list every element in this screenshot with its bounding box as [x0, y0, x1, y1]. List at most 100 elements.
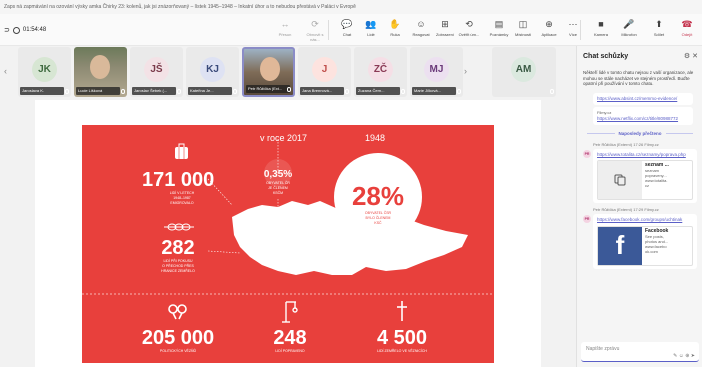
- slide-title-1948: 1948: [365, 133, 385, 143]
- pct-ksc-caption-2: BYLO ČLENEM: [366, 215, 391, 220]
- move-label: Přesun: [278, 32, 292, 37]
- stat-emigrated-caption-1: LIDÍ V LETECH: [170, 191, 195, 195]
- chat-message-list[interactable]: Někteří lidé v tomto chatu nejsou z vaší…: [577, 66, 702, 331]
- toolbar-separator: [328, 20, 329, 40]
- react-label: Reagovat: [412, 32, 430, 37]
- apps-button[interactable]: ⊕ Aplikace: [538, 18, 560, 37]
- chevron-left-icon[interactable]: ‹: [4, 66, 7, 76]
- send-icon[interactable]: ➤: [691, 353, 695, 359]
- rooms-icon: ◫: [518, 19, 528, 29]
- mic-button[interactable]: 🎤 Mikrofon: [618, 18, 640, 37]
- notes-label: Poznámky: [489, 32, 509, 37]
- view-button[interactable]: ⊞ Zobrazení: [434, 18, 456, 37]
- pct-ksc-caption-1: OBYVATEL ČSR: [365, 210, 392, 215]
- view-icon: ⊞: [441, 19, 449, 29]
- format-icon[interactable]: ✎: [673, 353, 677, 359]
- mic-muted-icon: [65, 89, 69, 94]
- message-body: https://www.totalita.cz/seznamy/poprava.…: [593, 148, 697, 203]
- participant-tile[interactable]: KJ Kateřina Je...: [186, 47, 239, 97]
- link[interactable]: https://www.absint.cz/memmo-evidence/: [597, 96, 689, 102]
- mic-muted-icon: [550, 89, 554, 94]
- message-header: Petr Růžička (Externí) 17:29 Filmy.cz: [593, 207, 659, 212]
- link[interactable]: https://www.facebook.com/groups/uchtinak: [597, 217, 693, 223]
- leave-icon: ☎: [681, 19, 693, 29]
- avatar: ZČ: [368, 57, 393, 82]
- stat-border-caption-3: HRANICE ZEMŘELO: [161, 268, 195, 273]
- compose-box[interactable]: Napište zprávu ✎ ☺ ⊕ ➤: [581, 342, 699, 362]
- move-button[interactable]: ↔ Přesun: [274, 18, 296, 37]
- avatar[interactable]: PR: [583, 215, 591, 223]
- restore-button[interactable]: ⟳ Obnovit s nás...: [304, 18, 326, 42]
- chat-message: PR Petr Růžička (Externí) 17:29 Filmy.cz…: [583, 207, 697, 269]
- rooms-label: Místnosti: [514, 32, 531, 37]
- camera-icon: ■: [598, 19, 604, 29]
- link[interactable]: https://www.totalita.cz/seznamy/poprava.…: [597, 152, 693, 158]
- avatar: JŠ: [144, 57, 169, 82]
- verify-button[interactable]: ⟲ Ověřit úm...: [458, 18, 480, 37]
- window-title: Zaps ná zapmávání na ozování výsky amka …: [0, 0, 702, 14]
- pct-ksc-value: 28%: [352, 181, 404, 211]
- rooms-button[interactable]: ◫ Místnosti: [512, 18, 534, 37]
- emoji-icon[interactable]: ☺: [679, 353, 684, 359]
- participant-tile[interactable]: MJ Marie Jílková...: [410, 47, 463, 97]
- participant-tile[interactable]: ZČ Zuzana Čern...: [354, 47, 407, 97]
- participant-tile[interactable]: JK Jaroslava K.: [18, 47, 71, 97]
- avatar: MJ: [424, 57, 449, 82]
- stat-executed-caption: LIDÍ POPRAVENO: [275, 349, 305, 353]
- link[interactable]: https://www.netflix.com/cz/title/8098877…: [597, 116, 689, 122]
- participant-name: Jaroslava K.: [20, 87, 64, 95]
- stat-emigrated-caption-2: 1948–1987: [173, 196, 191, 200]
- avatar[interactable]: PR: [583, 149, 591, 158]
- notes-button[interactable]: ▤ Poznámky: [488, 18, 510, 37]
- chat-message: PR Petr Růžička (Externí) 17:26 Filmy.cz…: [583, 141, 697, 203]
- mic-muted-icon: [345, 89, 349, 94]
- popout-icon[interactable]: ⚙: [684, 53, 690, 60]
- slide-title-2017: v roce 2017: [260, 133, 307, 143]
- message-body: https://www.facebook.com/groups/uchtinak…: [593, 214, 697, 269]
- move-icon: ↔: [280, 19, 290, 29]
- participant-video: [90, 55, 110, 79]
- stat-prison-deaths-caption: LIDÍ ZEMŘELO VE VĚZNICÍCH: [377, 348, 427, 353]
- share-label: Sdílet: [653, 32, 665, 37]
- restore-icon: ⟳: [311, 19, 319, 29]
- camera-button[interactable]: ■ Kamera: [590, 18, 612, 37]
- message-header: Petr Růžička (Externí) 17:26 Filmy.cz: [593, 141, 659, 147]
- participant-video: [260, 57, 280, 81]
- back-icon[interactable]: ⊃: [4, 26, 10, 34]
- mic-muted-icon: [457, 89, 461, 94]
- participant-tile[interactable]: Lucie Lišková: [74, 47, 127, 97]
- card-text: Facebook See posts, photos and... www.fa…: [645, 227, 669, 254]
- more-label: Více: [568, 32, 577, 37]
- participant-tile[interactable]: AM: [492, 47, 556, 97]
- participant-strip: ‹ JK Jaroslava K. Lucie Lišková JŠ Jaroslav …: [0, 46, 576, 100]
- participant-tile[interactable]: J Jana Brennová...: [298, 47, 351, 97]
- stat-emigrated-caption-3: EMIGROVALO: [170, 201, 194, 205]
- chat-label: Chat: [342, 32, 352, 37]
- people-button[interactable]: 👥 Lidé: [360, 18, 382, 37]
- pct-kscm-caption-3: KSČM: [273, 190, 283, 195]
- react-button[interactable]: ☺ Reagovat: [410, 18, 432, 37]
- link-preview-card[interactable]: seznam ... seznam popraveny... www.total…: [597, 160, 693, 200]
- shared-slide: v roce 2017 1948 171 000 LIDÍ V LETECH 1…: [82, 125, 494, 363]
- leave-button[interactable]: ☎ Odejít: [676, 18, 698, 37]
- mic-muted-icon: [233, 89, 237, 94]
- chat-button[interactable]: 💬 Chat: [336, 18, 358, 37]
- stat-border-caption-2: O PŘECHOD PŘES: [162, 263, 194, 268]
- raise-hand-button[interactable]: ✋ Ruka: [384, 18, 406, 37]
- link-preview-card[interactable]: f Facebook See posts, photos and... www.…: [597, 225, 693, 266]
- participant-name: Jaroslav Šebek (...: [132, 87, 176, 95]
- share-button[interactable]: ⬆ Sdílet: [648, 18, 670, 37]
- stat-prisoners-caption: POLITICKÝCH VĚZŇŮ: [160, 348, 197, 353]
- avatar: J: [312, 57, 337, 82]
- close-icon[interactable]: ✕: [692, 53, 698, 60]
- participant-tile[interactable]: JŠ Jaroslav Šebek (...: [130, 47, 183, 97]
- stat-executed-value: 248: [273, 327, 306, 349]
- avatar: KJ: [200, 57, 225, 82]
- chevron-right-icon[interactable]: ›: [464, 66, 467, 76]
- share-icon: ⬆: [655, 19, 663, 29]
- attach-icon[interactable]: ⊕: [685, 353, 689, 359]
- participant-tile[interactable]: Petr Růžička (Ext...: [242, 47, 295, 97]
- verify-label: Ověřit úm...: [458, 32, 480, 37]
- teams-meeting-window: Zaps ná zapmávání na ozování výsky amka …: [0, 0, 702, 367]
- facebook-logo-icon: f: [598, 226, 642, 265]
